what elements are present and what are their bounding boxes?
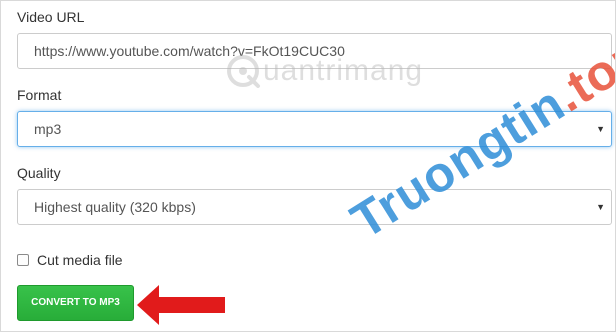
cut-media-label[interactable]: Cut media file — [37, 252, 123, 268]
watermark-top-text: uantrimang — [263, 54, 424, 87]
convert-button[interactable]: CONVERT TO MP3 — [17, 285, 134, 321]
format-label: Format — [17, 87, 62, 103]
video-url-label: Video URL — [17, 9, 85, 25]
chevron-down-icon: ▼ — [596, 124, 605, 134]
watermark-logo-icon — [227, 55, 260, 88]
quality-label: Quality — [17, 165, 61, 181]
watermark-quantrimang: uantrimang — [225, 53, 423, 89]
quality-selected-value: Highest quality (320 kbps) — [34, 199, 196, 215]
converter-form: Video URL https://www.youtube.com/watch?… — [0, 0, 616, 332]
format-selected-value: mp3 — [34, 121, 62, 137]
quality-select[interactable]: Highest quality (320 kbps) ▼ — [17, 189, 612, 225]
cut-media-checkbox[interactable] — [17, 254, 29, 266]
red-arrow-shape — [137, 285, 225, 325]
red-arrow-icon — [137, 285, 225, 325]
cut-media-row[interactable]: Cut media file — [17, 251, 123, 269]
chevron-down-icon: ▼ — [596, 202, 605, 212]
